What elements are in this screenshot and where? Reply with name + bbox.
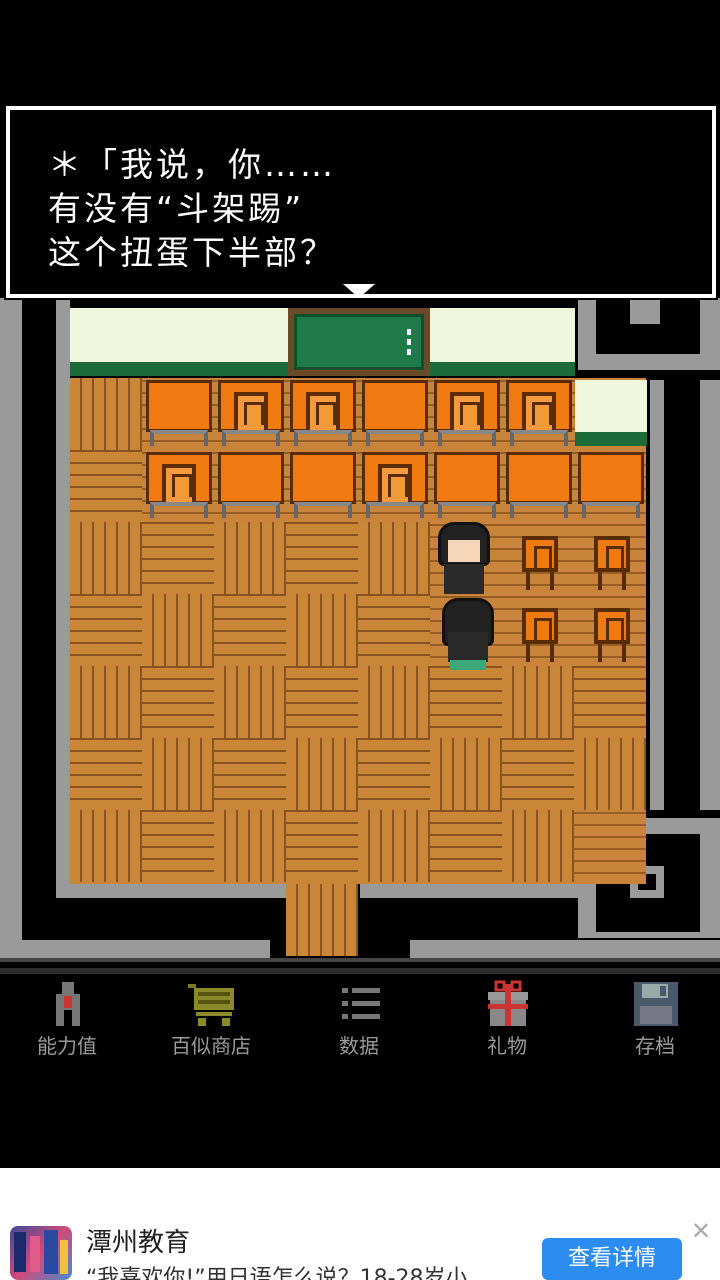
side-wall-trim	[575, 432, 647, 446]
dialog-line-1: ＊「我说，你……	[48, 145, 336, 184]
floor-tile	[502, 738, 574, 810]
menu-label: 数据	[339, 1034, 379, 1058]
desk	[362, 380, 428, 446]
stats-figure-icon	[56, 982, 80, 1026]
desk-with-chair	[146, 452, 212, 518]
dialog-box[interactable]: ＊「我说，你…… 有没有“斗架踢” 这个扭蛋下半部？	[4, 104, 718, 300]
floor-tile	[70, 594, 142, 666]
wall-right-gray-outer	[700, 380, 720, 810]
floor-tile	[358, 738, 430, 810]
wall-bottom-right-gray-2	[410, 940, 720, 958]
ad-description[interactable]: “我喜欢你!”用日语怎么说？18-28岁小...	[86, 1260, 526, 1280]
wall-right-gray	[650, 380, 664, 810]
menu-item-stats[interactable]: 能力值	[12, 976, 122, 1066]
floppy-disk-icon	[634, 982, 678, 1026]
wall-left-gray-inner	[56, 298, 70, 888]
floor-tile	[142, 522, 214, 594]
floor-tile	[358, 594, 430, 666]
desk	[578, 452, 644, 518]
wall-bottom-right-gray	[360, 884, 580, 898]
game-screen[interactable]: ＊「我说，你…… 有没有“斗架踢” 这个扭蛋下半部？ 能力值 百似商店 数据 礼…	[0, 0, 720, 1168]
floor-tile	[574, 738, 646, 810]
floor-tile	[358, 666, 430, 738]
floor-tile	[142, 666, 214, 738]
bottom-menu: 能力值 百似商店 数据 礼物 存档	[0, 958, 720, 1068]
floor-tile	[142, 594, 214, 666]
floor-tile	[358, 522, 430, 594]
wall-top-right-square	[630, 300, 660, 324]
floor-tile	[358, 810, 430, 882]
wall-right-black	[664, 394, 700, 794]
chair	[522, 608, 558, 662]
menu-item-shop[interactable]: 百似商店	[156, 976, 266, 1066]
desk	[146, 380, 212, 446]
list-icon	[342, 988, 380, 1019]
chair	[594, 608, 630, 662]
ad-title[interactable]: 潭州教育	[86, 1222, 190, 1259]
ad-thumbnail[interactable]	[10, 1226, 72, 1280]
close-icon[interactable]: ✕	[690, 1219, 712, 1243]
floor-tile	[70, 666, 142, 738]
floor-tile	[502, 810, 574, 882]
blackboard	[288, 308, 430, 376]
desk-with-chair	[362, 452, 428, 518]
floor-tile	[70, 378, 142, 450]
menu-label: 百似商店	[171, 1034, 251, 1058]
desk-with-chair	[506, 380, 572, 446]
ad-view-details-button[interactable]: 查看详情	[542, 1238, 682, 1280]
menu-label: 礼物	[487, 1034, 527, 1058]
side-wall	[575, 380, 647, 434]
desk	[506, 452, 572, 518]
wall-left-gray	[0, 298, 22, 958]
floor-tile	[286, 666, 358, 738]
floor-tile	[430, 738, 502, 810]
floor-tile-doorway	[286, 884, 358, 956]
desk	[290, 452, 356, 518]
floor-tile	[214, 594, 286, 666]
floor-tile	[574, 666, 646, 738]
floor-tile	[430, 666, 502, 738]
floor-tile	[286, 738, 358, 810]
floor-tile	[286, 810, 358, 882]
dialog-line-3: 这个扭蛋下半部？	[48, 233, 336, 272]
floor-tile	[70, 810, 142, 882]
floor-tile	[286, 522, 358, 594]
menu-item-gift[interactable]: 礼物	[452, 976, 562, 1066]
menu-label: 能力值	[37, 1034, 97, 1058]
floor-tile	[70, 450, 142, 522]
floor-tile	[430, 810, 502, 882]
dialog-line-2: 有没有“斗架踢”	[48, 189, 305, 228]
ad-banner[interactable]: 潭州教育 “我喜欢你!”用日语怎么说？18-28岁小... 查看详情 ✕	[0, 1168, 720, 1280]
menu-item-data[interactable]: 数据	[304, 976, 414, 1066]
chair	[594, 536, 630, 590]
floor-tile	[70, 738, 142, 810]
menu-item-save[interactable]: 存档	[600, 976, 710, 1066]
chair	[522, 536, 558, 590]
wall-bottom-left-gray	[56, 884, 288, 898]
desk	[218, 452, 284, 518]
dialog-continue-arrow-icon	[343, 284, 375, 298]
floor-tile	[286, 594, 358, 666]
floor-tile	[502, 666, 574, 738]
floor-tile	[214, 810, 286, 882]
wall-bottom-left-gray-2	[0, 940, 270, 958]
floor-tile	[214, 666, 286, 738]
desk	[434, 452, 500, 518]
desk-with-chair	[218, 380, 284, 446]
floor-tile	[214, 738, 286, 810]
desk-with-chair	[434, 380, 500, 446]
gift-icon	[488, 980, 528, 1026]
floor-tile	[142, 738, 214, 810]
floor-tile	[70, 522, 142, 594]
floor-tile	[142, 810, 214, 882]
menu-label: 存档	[635, 1034, 675, 1058]
shopping-cart-icon	[188, 984, 234, 1026]
desk-with-chair	[290, 380, 356, 446]
player-character[interactable]	[436, 590, 500, 670]
floor-tile	[214, 522, 286, 594]
